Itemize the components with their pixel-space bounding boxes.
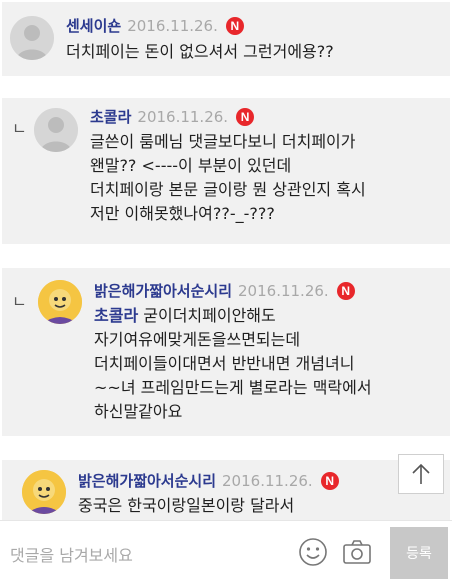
- comment-text: 더치페이는 돈이 없으셔서 그런거에용??: [66, 42, 334, 61]
- user-avatar[interactable]: [22, 470, 66, 514]
- character-avatar-icon: [38, 280, 82, 324]
- comment-meta: 초콜라 2016.11.26. N: [90, 106, 255, 127]
- smiley-icon: [299, 538, 327, 566]
- person-icon: [10, 16, 54, 60]
- comment-text: 자기여유에맞게돈을쓰면되는데 더치페이들이대면서 반반내면 개념녀니 ~~녀 프…: [94, 330, 372, 421]
- camera-button[interactable]: [340, 535, 374, 569]
- comment-date: 2016.11.26.: [238, 282, 329, 300]
- author-name[interactable]: 초콜라: [90, 108, 131, 126]
- new-badge: N: [236, 108, 255, 126]
- reply-indicator: ㄴ: [12, 119, 27, 138]
- comment-composer: 등록: [0, 520, 452, 588]
- author-name[interactable]: 밝은해가짧아서순시리: [94, 282, 232, 300]
- author-name[interactable]: 밝은해가짧아서순시리: [78, 472, 216, 490]
- comment-date: 2016.11.26.: [127, 17, 218, 35]
- comment-text: 글쓴이 룸메님 댓글보다보니 더치페이가 왠말?? <----이 부분이 있던데…: [90, 132, 366, 223]
- comment-text-start: 굳이더치페이안해도: [138, 306, 276, 325]
- person-icon: [34, 108, 78, 152]
- comment-meta: 밝은해가짧아서순시리 2016.11.26. N: [94, 280, 355, 301]
- comment-date: 2016.11.26.: [222, 472, 313, 490]
- scroll-top-button[interactable]: [398, 454, 444, 494]
- character-avatar-icon: [22, 470, 66, 514]
- new-badge: N: [225, 17, 244, 35]
- comment-item: 밝은해가짧아서순시리 2016.11.26. N 중국은 한국이랑일본이랑 달라서: [2, 460, 450, 520]
- author-name[interactable]: 센세이숀: [66, 17, 121, 35]
- comment-meta: 밝은해가짧아서순시리 2016.11.26. N: [78, 470, 339, 491]
- submit-button[interactable]: 등록: [390, 527, 448, 579]
- new-badge: N: [320, 472, 339, 490]
- mention-tag[interactable]: 초콜라: [94, 306, 138, 325]
- reply-item: ㄴ 초콜라 2016.11.26. N 글쓴이 룸메님 댓글보다보니 더치페이가 왠…: [2, 98, 450, 244]
- user-avatar[interactable]: [38, 280, 82, 324]
- arrow-up-icon: [412, 463, 430, 484]
- comment-text: 중국은 한국이랑일본이랑 달라서: [78, 496, 295, 515]
- reply-item: ㄴ 밝은해가짧아서순시리 2016.11.26. N 초콜라 굳이더치페이안해도 자…: [2, 268, 450, 436]
- comment-meta: 센세이숀 2016.11.26. N: [66, 15, 244, 36]
- comment-text-first-line: 초콜라 굳이더치페이안해도: [94, 304, 276, 328]
- comment-item: 센세이숀 2016.11.26. N 더치페이는 돈이 없으셔서 그런거에용??: [2, 2, 450, 76]
- default-avatar[interactable]: [10, 16, 54, 60]
- reply-indicator: ㄴ: [12, 292, 27, 311]
- comment-input[interactable]: [8, 531, 292, 579]
- default-avatar[interactable]: [34, 108, 78, 152]
- camera-icon: [343, 540, 371, 564]
- emoji-button[interactable]: [296, 535, 330, 569]
- comment-date: 2016.11.26.: [137, 108, 229, 126]
- new-badge: N: [336, 282, 355, 300]
